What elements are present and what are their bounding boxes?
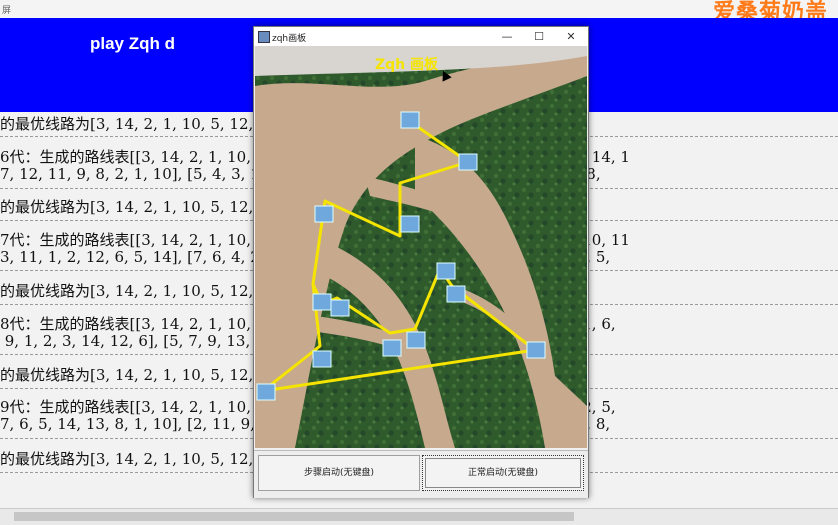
minimize-button[interactable]: — <box>492 29 522 44</box>
canvas-title: Zqh 画板 <box>375 57 439 73</box>
city-icon <box>458 153 478 171</box>
normal-start-button[interactable]: 正常启动(无键盘) <box>422 455 584 491</box>
button-row: 步骤启动(无键盘) 正常启动(无键盘) <box>254 450 588 498</box>
city-icon <box>312 350 332 368</box>
city-icon <box>400 111 420 129</box>
city-icon <box>436 262 456 280</box>
city-icon <box>406 331 426 349</box>
banner-title: play Zqh d <box>90 34 175 53</box>
city-icon <box>526 341 546 359</box>
step-start-button[interactable]: 步骤启动(无键盘) <box>258 455 420 491</box>
dialog-title-bar[interactable]: zqh画板 — ☐ ✕ <box>254 27 588 46</box>
close-button[interactable]: ✕ <box>556 29 586 44</box>
window-title: 屏 <box>2 6 12 16</box>
dialog-title: zqh画板 <box>272 34 307 44</box>
city-icon <box>382 339 402 357</box>
city-icon <box>314 205 334 223</box>
city-icon <box>330 299 350 317</box>
horizontal-scrollbar[interactable] <box>0 508 838 525</box>
scrollbar-thumb[interactable] <box>14 512 574 521</box>
city-icon <box>400 215 420 233</box>
app-icon <box>258 31 270 43</box>
zqh-canvas-window[interactable]: zqh画板 — ☐ ✕ Zqh 画板 步骤启动(无键盘) 正常启动(无键盘) <box>253 26 589 498</box>
map-canvas[interactable]: Zqh 画板 <box>255 46 587 448</box>
window-title-bar: 屏 爱桑菊奶盖 <box>0 0 838 25</box>
city-icon <box>256 383 276 401</box>
maximize-button[interactable]: ☐ <box>524 29 554 44</box>
city-icon <box>446 285 466 303</box>
city-icon <box>312 293 332 311</box>
satellite-map <box>255 46 587 448</box>
